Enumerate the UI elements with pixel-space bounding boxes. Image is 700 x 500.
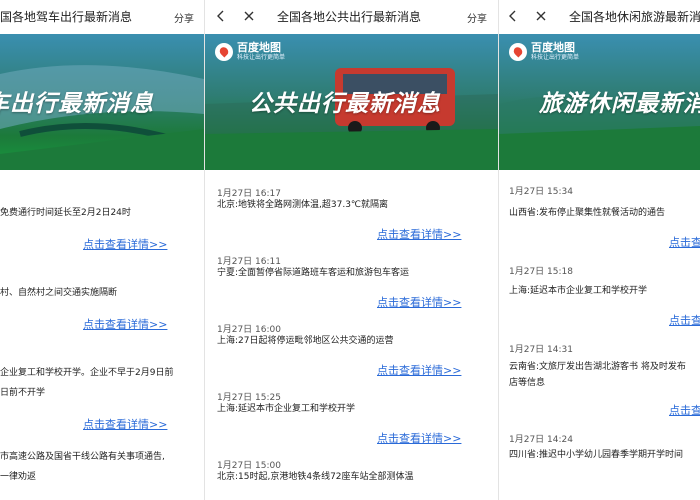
news-text: 上海:延迟本市企业复工和学校开学 xyxy=(509,286,648,296)
top-bar: 国各地驾车出行最新消息 分享 xyxy=(0,0,204,34)
news-text: 山西省:发布停止聚集性就餐活动的通告 xyxy=(509,208,666,218)
news-text: 北京:15时起,京港地铁4条线72座车站全部测体温 xyxy=(217,472,414,482)
top-bar: 全国各地公共出行最新消息 分享 xyxy=(205,0,498,34)
share-button[interactable]: 分享 xyxy=(467,10,487,25)
chevron-left-icon[interactable] xyxy=(503,6,523,26)
details-link[interactable]: 点击查看详情>> xyxy=(377,430,461,446)
details-link[interactable]: 点击查看详情>> xyxy=(83,236,167,252)
brand-name: 百度地图 xyxy=(237,41,281,54)
webview-panel-leisure-travel: 全国各地休闲旅游最新消息 百度地图 科技让出行更简单 旅游休闲最新消息 1月27… xyxy=(498,0,700,500)
brand-logo: 百度地图 科技让出行更简单 xyxy=(509,42,579,62)
banner: 百度地图 科技让出行更简单 旅游休闲最新消息 xyxy=(499,34,700,170)
news-time: 1月27日 15:18 xyxy=(509,267,573,277)
news-text: 企业复工和学校开学。企业不早于2月9日前 xyxy=(0,368,174,378)
details-link[interactable]: 点击查看详情>> xyxy=(83,316,167,332)
news-text: 日前不开学 xyxy=(0,388,46,398)
news-list: 1月27日 15:34 山西省:发布停止聚集性就餐活动的通告 点击查看详情>> … xyxy=(499,178,700,500)
news-time: 1月27日 14:31 xyxy=(509,345,573,355)
map-pin-icon xyxy=(215,43,233,61)
news-text: 上海:延迟本市企业复工和学校开学 xyxy=(217,404,356,414)
details-link[interactable]: 点击查看详情>> xyxy=(377,226,461,242)
details-link[interactable]: 点击查看详情>> xyxy=(377,294,461,310)
details-link[interactable]: 点击查看详情>> xyxy=(669,234,700,250)
news-text: 宁夏:全面暂停省际道路班车客运和旅游包车客运 xyxy=(217,268,410,278)
chevron-left-icon[interactable] xyxy=(211,6,231,26)
news-list: 1月27日 16:17 北京:地铁将全路网测体温,超37.3℃就隔离 点击查看详… xyxy=(205,178,498,500)
webview-panel-driving: 国各地驾车出行最新消息 分享 车出行最新消息 免费通行时间延长至2月2日24时 … xyxy=(0,0,204,500)
details-link[interactable]: 点击查看详情>> xyxy=(669,312,700,328)
news-text: 四川省:推迟中小学幼儿园春季学期开学时间 xyxy=(509,450,684,460)
webview-panel-public-transit: 全国各地公共出行最新消息 分享 百度地图 科技让出行更简单 公共出行最新消息 1… xyxy=(204,0,498,500)
banner: 车出行最新消息 xyxy=(0,34,204,170)
news-text: 上海:27日起将停运毗邻地区公共交通的运营 xyxy=(217,336,394,346)
brand-name: 百度地图 xyxy=(531,41,575,54)
news-text: 市高速公路及国省干线公路有关事项通告, xyxy=(0,452,165,462)
close-icon[interactable] xyxy=(531,6,551,26)
brand-logo: 百度地图 科技让出行更简单 xyxy=(215,42,285,62)
news-list: 免费通行时间延长至2月2日24时 点击查看详情>> 村、自然村之间交通实施隔断 … xyxy=(0,178,204,500)
brand-slogan: 科技让出行更简单 xyxy=(237,54,286,61)
news-text: 一律劝返 xyxy=(0,472,37,482)
brand-slogan: 科技让出行更简单 xyxy=(531,54,580,61)
banner-headline: 旅游休闲最新消息 xyxy=(539,91,700,117)
news-text: 店等信息 xyxy=(509,378,546,388)
banner-headline: 公共出行最新消息 xyxy=(249,91,441,117)
map-pin-icon xyxy=(509,43,527,61)
share-button[interactable]: 分享 xyxy=(174,10,194,25)
news-time: 1月27日 15:34 xyxy=(509,187,573,197)
close-icon[interactable] xyxy=(239,6,259,26)
banner-headline: 车出行最新消息 xyxy=(0,91,154,117)
page-title: 全国各地休闲旅游最新消息 xyxy=(569,10,700,24)
news-time: 1月27日 14:24 xyxy=(509,435,573,445)
news-text: 村、自然村之间交通实施隔断 xyxy=(0,288,118,298)
page-title: 全国各地公共出行最新消息 xyxy=(277,10,422,24)
top-bar: 全国各地休闲旅游最新消息 xyxy=(499,0,700,34)
page-title: 国各地驾车出行最新消息 xyxy=(0,10,133,24)
details-link[interactable]: 点击查看详情>> xyxy=(377,362,461,378)
details-link[interactable]: 点击查看详情>> xyxy=(83,416,167,432)
news-text: 北京:地铁将全路网测体温,超37.3℃就隔离 xyxy=(217,200,389,210)
news-text: 免费通行时间延长至2月2日24时 xyxy=(0,208,131,218)
banner: 百度地图 科技让出行更简单 公共出行最新消息 xyxy=(205,34,498,170)
details-link[interactable]: 点击查看详情>> xyxy=(669,402,700,418)
